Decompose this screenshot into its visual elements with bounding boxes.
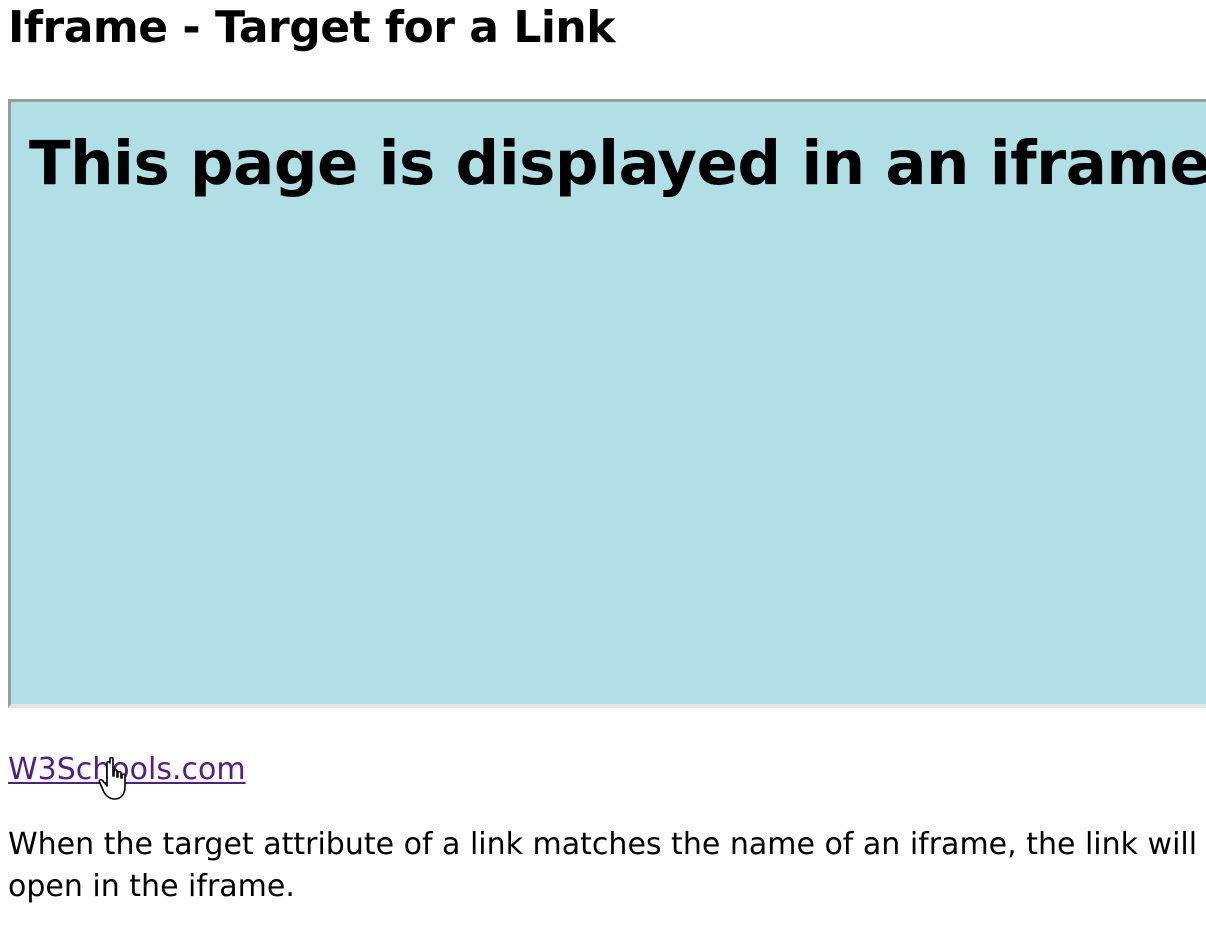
description-text: When the target attribute of a link matc…	[8, 827, 1198, 904]
iframe-heading: This page is displayed in an iframe	[29, 128, 1206, 199]
page-title: Iframe - Target for a Link	[8, 2, 616, 53]
iframe-frame[interactable]: This page is displayed in an iframe	[8, 99, 1206, 708]
w3schools-link[interactable]: W3Schools.com	[8, 750, 246, 790]
page: Iframe - Target for a Link This page is …	[0, 0, 1206, 938]
